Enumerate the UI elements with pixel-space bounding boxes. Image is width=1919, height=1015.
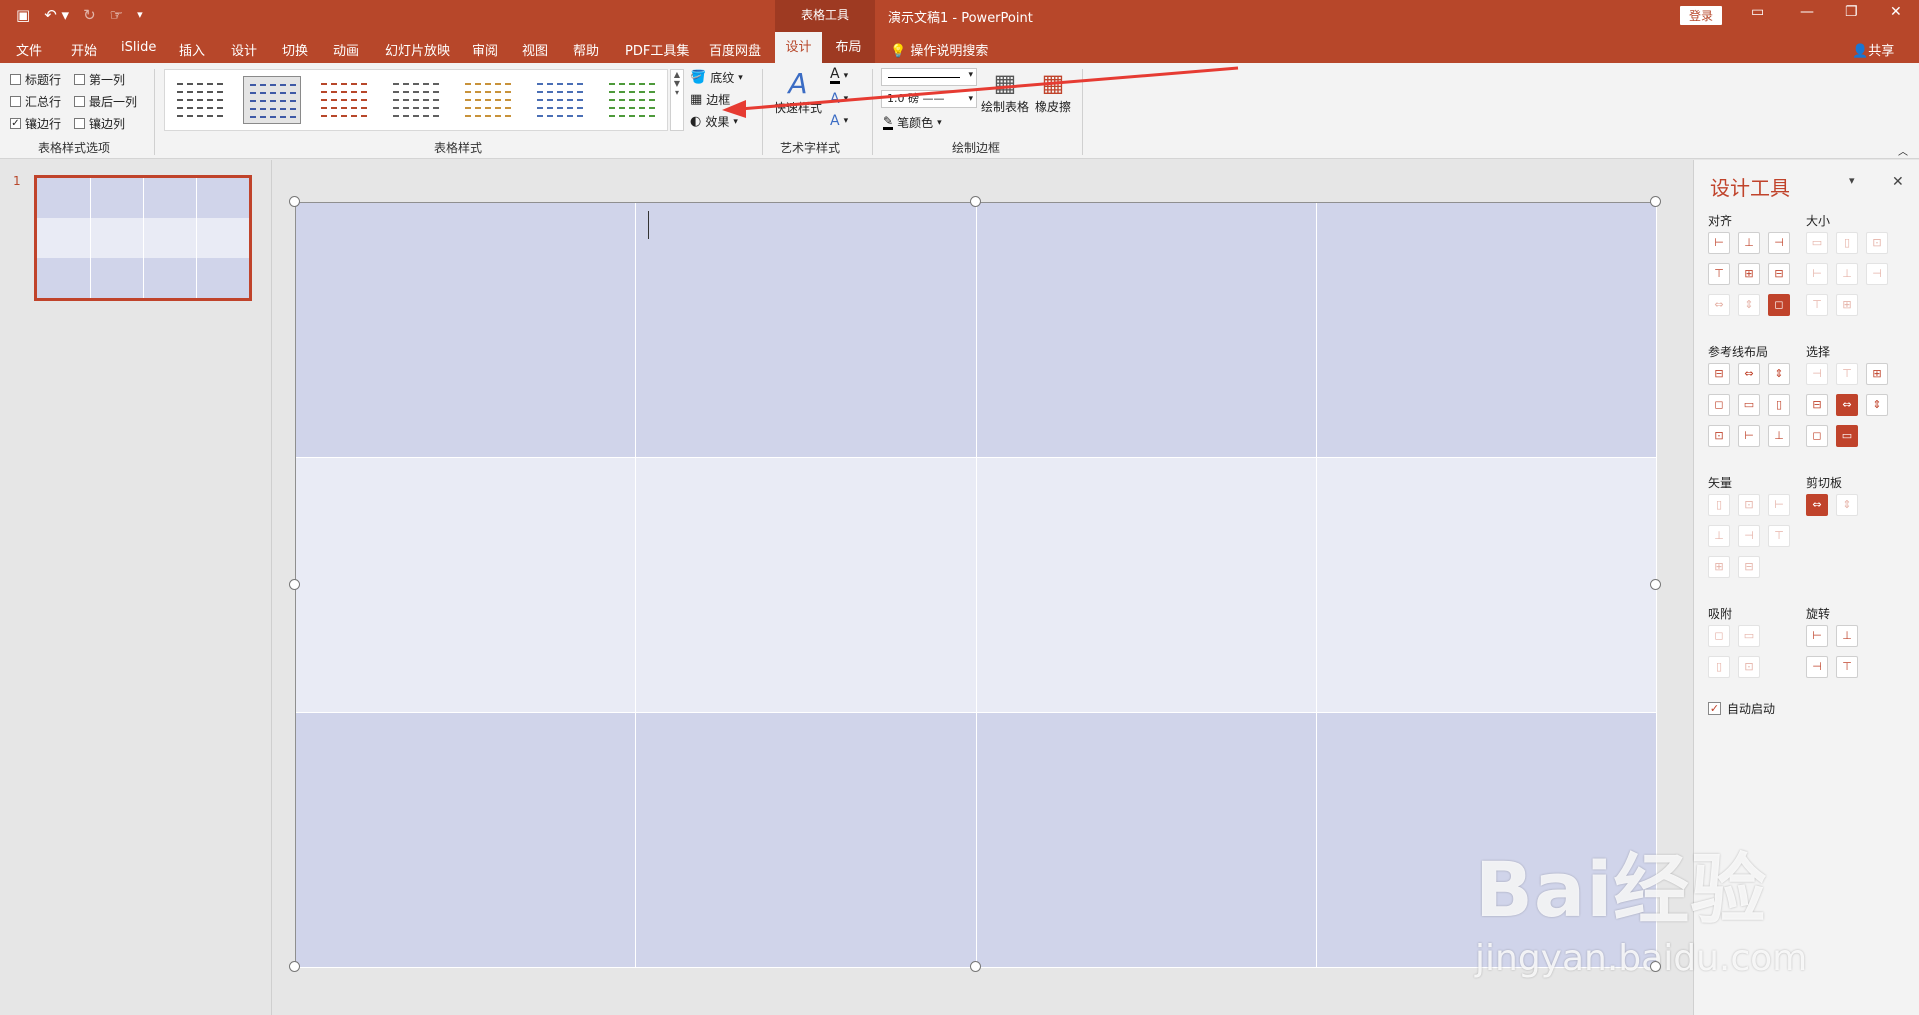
design-tool-button[interactable]: ⊡ xyxy=(1866,232,1888,254)
pane-title: 设计工具 xyxy=(1710,176,1790,200)
table-cell[interactable] xyxy=(636,203,977,458)
table-cell[interactable] xyxy=(636,458,977,713)
table-selection-frame[interactable] xyxy=(295,202,1657,968)
design-tool-button[interactable]: ⊢ xyxy=(1806,263,1828,285)
table-cell[interactable] xyxy=(296,713,637,968)
table-cell[interactable] xyxy=(1316,458,1657,713)
design-tool-button[interactable]: ▯ xyxy=(1768,394,1790,416)
design-tool-button[interactable]: ⊤ xyxy=(1708,263,1730,285)
design-tool-button[interactable]: ⊢ xyxy=(1738,425,1760,447)
design-tool-button[interactable]: ⊞ xyxy=(1708,556,1730,578)
resize-handle[interactable] xyxy=(289,961,300,972)
design-tool-button[interactable]: ▯ xyxy=(1708,494,1730,516)
design-tool-button[interactable]: ▭ xyxy=(1738,394,1760,416)
design-tool-button[interactable]: ⊤ xyxy=(1768,525,1790,547)
text-cursor xyxy=(648,211,649,239)
design-tool-button[interactable]: ◻ xyxy=(1708,394,1730,416)
table-cell[interactable] xyxy=(976,458,1317,713)
autostart-checkbox[interactable]: ✓ 自动启动 xyxy=(1708,700,1775,717)
design-tool-button[interactable]: ⊣ xyxy=(1806,363,1828,385)
autostart-label: 自动启动 xyxy=(1727,702,1776,716)
design-tool-button[interactable]: ▭ xyxy=(1836,425,1858,447)
design-tool-button[interactable]: ⊟ xyxy=(1806,394,1828,416)
annotation-arrow-line xyxy=(739,66,1239,111)
design-tool-button[interactable]: ⇕ xyxy=(1866,394,1888,416)
design-tool-button[interactable]: ⇔ xyxy=(1806,494,1828,516)
section-vector: 矢量 xyxy=(1708,476,1733,490)
watermark-brand: Bai经验 xyxy=(1475,845,1768,934)
thumb-col-line xyxy=(143,178,144,298)
design-tool-button[interactable]: ⊟ xyxy=(1768,263,1790,285)
resize-handle[interactable] xyxy=(969,196,981,207)
section-select: 选择 xyxy=(1806,345,1831,359)
watermark-url: jingyan.baidu.com xyxy=(1475,938,1808,979)
design-tool-button[interactable]: ⊥ xyxy=(1738,232,1760,254)
section-snap: 吸附 xyxy=(1708,607,1733,621)
design-tool-button[interactable]: ⊥ xyxy=(1836,263,1858,285)
resize-handle[interactable] xyxy=(289,578,300,590)
slide-number: 1 xyxy=(13,174,21,188)
table-cell[interactable] xyxy=(1316,203,1657,458)
slide-thumbnails-pane: 1 xyxy=(0,160,272,1015)
design-tool-button[interactable]: ◻ xyxy=(1708,625,1730,647)
design-tool-button[interactable]: ⇔ xyxy=(1708,294,1730,316)
design-tool-button[interactable]: ⊞ xyxy=(1738,263,1760,285)
resize-handle[interactable] xyxy=(289,196,300,207)
design-tool-button[interactable]: ⊤ xyxy=(1806,294,1828,316)
section-clipboard: 剪切板 xyxy=(1806,476,1843,490)
design-tool-button[interactable]: ▯ xyxy=(1836,232,1858,254)
table-cell[interactable] xyxy=(296,203,637,458)
table-cell[interactable] xyxy=(296,458,637,713)
design-tool-button[interactable]: ⊡ xyxy=(1738,494,1760,516)
design-tool-button[interactable]: ⊢ xyxy=(1768,494,1790,516)
design-tool-button[interactable]: ⊡ xyxy=(1738,656,1760,678)
design-tool-button[interactable]: ⊟ xyxy=(1738,556,1760,578)
table-cell[interactable] xyxy=(636,713,977,968)
design-tool-button[interactable]: ▯ xyxy=(1708,656,1730,678)
section-guides: 参考线布局 xyxy=(1708,345,1769,359)
resize-handle[interactable] xyxy=(1650,578,1661,590)
section-rotate: 旋转 xyxy=(1806,607,1831,621)
annotation-arrow-head xyxy=(722,100,746,118)
table-cell[interactable] xyxy=(976,713,1317,968)
design-tool-button[interactable]: ⊣ xyxy=(1738,525,1760,547)
design-tool-button[interactable]: ⊢ xyxy=(1806,625,1828,647)
thumb-col-line xyxy=(196,178,197,298)
design-tool-button[interactable]: ⊣ xyxy=(1806,656,1828,678)
design-tool-button[interactable]: ⊣ xyxy=(1866,263,1888,285)
design-tool-button[interactable]: ⊥ xyxy=(1768,425,1790,447)
design-tool-button[interactable]: ⇔ xyxy=(1738,363,1760,385)
design-tool-button[interactable]: ⊥ xyxy=(1708,525,1730,547)
design-tool-button[interactable]: ⊟ xyxy=(1708,363,1730,385)
design-tool-button[interactable]: ⊢ xyxy=(1708,232,1730,254)
resize-handle[interactable] xyxy=(1650,961,1661,972)
section-align: 对齐 xyxy=(1708,214,1733,228)
resize-handle[interactable] xyxy=(969,961,981,972)
design-tool-button[interactable]: ⇕ xyxy=(1768,363,1790,385)
design-tool-button[interactable]: ⊡ xyxy=(1708,425,1730,447)
design-tool-button[interactable]: ⇕ xyxy=(1738,294,1760,316)
design-tool-button[interactable]: ⊣ xyxy=(1768,232,1790,254)
design-tool-button[interactable]: ◻ xyxy=(1806,425,1828,447)
design-tool-button[interactable]: ⊤ xyxy=(1836,363,1858,385)
checkbox-box-checked: ✓ xyxy=(1708,702,1721,715)
design-tool-button[interactable]: ⊤ xyxy=(1836,656,1858,678)
design-tool-button[interactable]: ⊞ xyxy=(1866,363,1888,385)
design-tool-button[interactable]: ▭ xyxy=(1738,625,1760,647)
table-cell[interactable] xyxy=(976,203,1317,458)
design-tool-button[interactable]: ⊥ xyxy=(1836,625,1858,647)
design-tool-button[interactable]: ⇕ xyxy=(1836,494,1858,516)
design-tool-button[interactable]: ⊞ xyxy=(1836,294,1858,316)
slide-thumbnail[interactable] xyxy=(34,175,252,301)
design-tool-button[interactable]: ⇔ xyxy=(1836,394,1858,416)
baidu-jingyan-watermark: Bai经验 jingyan.baidu.com xyxy=(1475,828,1807,979)
design-tool-button[interactable]: ▭ xyxy=(1806,232,1828,254)
thumb-col-line xyxy=(90,178,91,298)
pane-close-icon[interactable]: ✕ xyxy=(1892,174,1904,190)
pane-options-icon[interactable]: ▾ xyxy=(1849,174,1855,187)
resize-handle[interactable] xyxy=(1650,196,1661,207)
section-size: 大小 xyxy=(1806,214,1831,228)
design-tool-button[interactable]: ◻ xyxy=(1768,294,1790,316)
